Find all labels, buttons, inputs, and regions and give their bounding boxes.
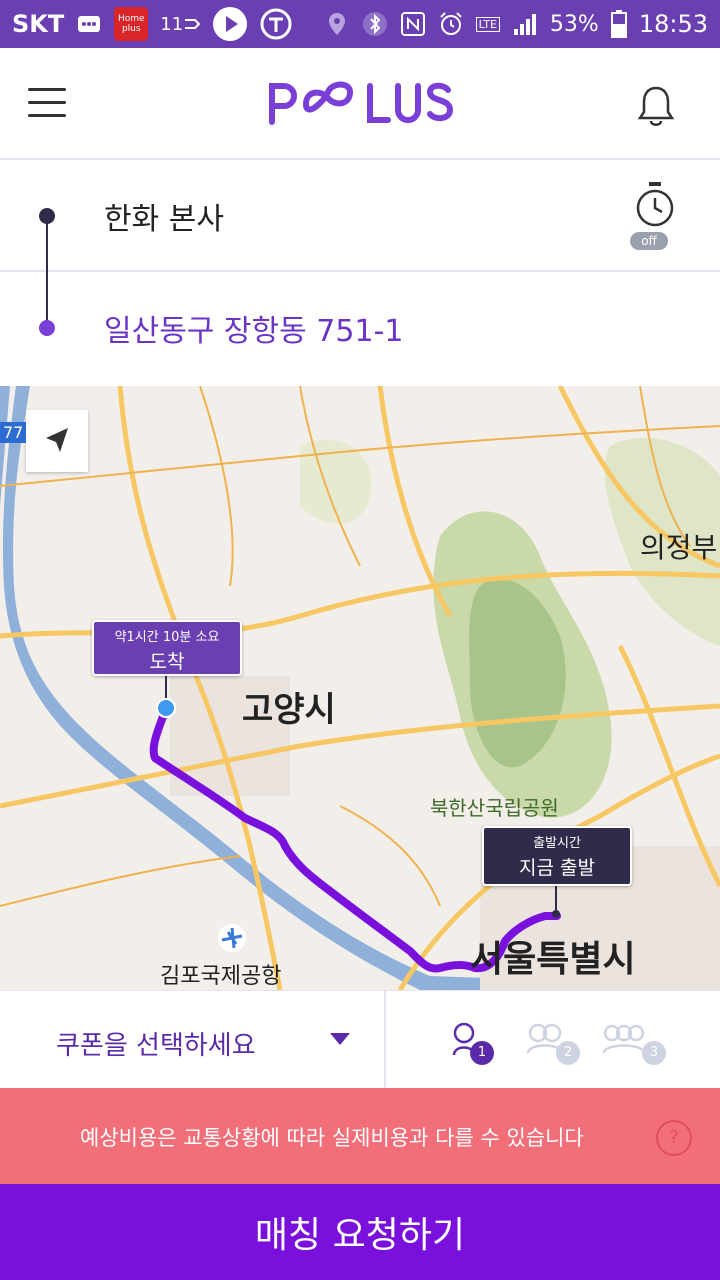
route-map[interactable]: 77 고양시 의정부 북한산국립공원 서울특별시 김포국제공항 약1시간 10분… [0, 386, 720, 990]
dropdown-caret-icon [330, 1033, 350, 1045]
timer-status-badge: off [630, 232, 668, 250]
arrival-title: 도착 [149, 651, 185, 673]
battery-icon [610, 10, 627, 38]
origin-dot-icon [39, 208, 55, 224]
bell-icon[interactable] [636, 84, 676, 128]
carrier-label: SKT [12, 10, 65, 38]
departure-timer-toggle[interactable]: off [630, 180, 676, 252]
arrival-info-bubble[interactable]: 약1시간 10분 소요 도착 [92, 620, 242, 676]
destination-address[interactable]: 일산동구 장항동 751-1 [104, 306, 403, 350]
lte-label: LTE [475, 16, 500, 32]
seat-count-badge: 1 [470, 1041, 494, 1065]
destination-dot-icon [39, 320, 55, 336]
route-panel: 한화 본사 일산동구 장항동 751-1 off [0, 160, 720, 384]
status-bar-right: LTE 53% 18:53 [324, 10, 720, 38]
signal-icon [512, 11, 538, 37]
passenger-count-2-button[interactable]: 2 [526, 1021, 596, 1065]
arrival-duration-text: 약1시간 10분 소요 [114, 630, 220, 645]
fare-notice-banner: 예상비용은 교통상황에 따라 실제비용과 다를 수 있습니다 ? [0, 1088, 720, 1184]
bluetooth-icon [362, 11, 388, 37]
menu-line [28, 88, 66, 91]
departure-info-bubble[interactable]: 출발시간 지금 출발 [482, 826, 632, 886]
homeplus-label: Home plus [117, 14, 145, 34]
navigation-arrow-icon [46, 428, 68, 452]
message-icon [76, 11, 102, 37]
origin-address[interactable]: 한화 본사 [104, 194, 224, 238]
status-bar-left: SKT Home plus 11 [0, 7, 293, 41]
homeplus-icon: Home plus [114, 7, 149, 41]
request-match-button[interactable]: 매칭 요청하기 [0, 1184, 720, 1280]
map-label-bukhansan: 북한산국립공원 [430, 796, 559, 820]
menu-line [28, 114, 66, 117]
lte-icon: LTE [475, 16, 500, 32]
alarm-icon [438, 11, 464, 37]
app-header [0, 48, 720, 160]
passenger-count-3-button[interactable]: 3 [602, 1021, 672, 1065]
play-icon [213, 7, 248, 41]
map-label-gimpo: 김포국제공항 [160, 964, 282, 989]
help-icon[interactable]: ? [656, 1120, 692, 1156]
map-label-uijeongbu: 의정부 [640, 531, 718, 564]
departure-title: 지금 출발 [519, 857, 595, 879]
fare-notice-text: 예상비용은 교통상황에 따라 실제비용과 다를 수 있습니다 [80, 1126, 584, 1150]
data-speed-label: 11 [160, 13, 184, 35]
road-number-label: 77 [0, 422, 27, 443]
passenger-count-1-button[interactable]: 1 [450, 1021, 520, 1065]
nfc-icon [400, 11, 426, 37]
poolus-logo [266, 78, 456, 128]
map-label-seoul: 서울특별시 [470, 939, 636, 980]
coupon-label: 쿠폰을 선택하세요 [56, 1031, 256, 1061]
clock: 18:53 [638, 10, 708, 38]
seat-count-badge: 3 [642, 1041, 666, 1065]
seat-count-badge: 2 [556, 1041, 580, 1065]
stopwatch-icon [636, 182, 674, 227]
departure-time-label: 출발시간 [533, 836, 581, 851]
battery-percent: 53% [549, 11, 599, 37]
menu-line [28, 101, 66, 104]
route-connector-line [46, 216, 48, 328]
current-location-button[interactable] [26, 410, 88, 472]
map-canvas [0, 386, 720, 990]
coupon-selector[interactable]: 쿠폰을 선택하세요 [0, 991, 386, 1089]
status-bar: SKT Home plus 11 LTE 53% 18:53 [0, 0, 720, 48]
t-map-icon [259, 7, 293, 41]
hamburger-menu-icon[interactable] [28, 88, 66, 118]
ride-options-bar: 쿠폰을 선택하세요 1 2 3 [0, 990, 720, 1089]
map-label-goyang: 고양시 [242, 690, 336, 730]
location-icon [324, 11, 350, 37]
data-speed-icon: 11 [160, 14, 201, 35]
